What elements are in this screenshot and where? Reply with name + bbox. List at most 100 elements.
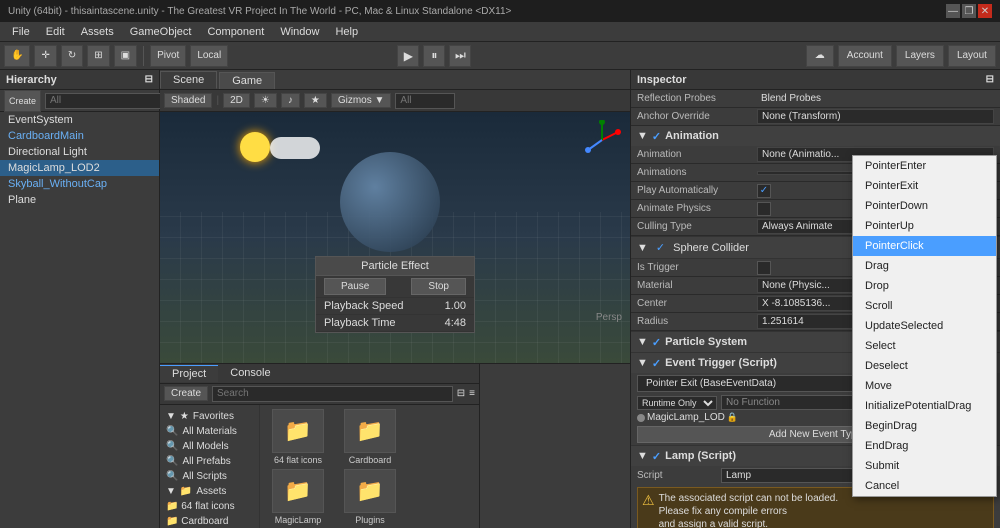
tree-cardboard[interactable]: 📁 Cardboard <box>160 514 259 528</box>
scene-toolbar: Shaded | 2D ☀ ♪ ★ Gizmos ▼ <box>160 90 630 112</box>
particle-controls-row: Pause Stop <box>316 276 474 298</box>
dropdown-pointer-enter[interactable]: PointerEnter <box>853 156 996 176</box>
menu-file[interactable]: File <box>4 22 38 42</box>
asset-plugins[interactable]: 📁 Plugins <box>336 469 404 525</box>
asset-magiclamp[interactable]: 📁 MagicLamp <box>264 469 332 525</box>
hierarchy-item-magiclamp[interactable]: MagicLamp_LOD2 <box>0 160 159 176</box>
dropdown-end-drag[interactable]: EndDrag <box>853 436 996 456</box>
menu-assets[interactable]: Assets <box>73 22 122 42</box>
dropdown-pointer-exit[interactable]: PointerExit <box>853 176 996 196</box>
collider-expand-icon: ▼ <box>637 242 648 254</box>
menu-edit[interactable]: Edit <box>38 22 73 42</box>
dropdown-submit[interactable]: Submit <box>853 456 996 476</box>
move-tool-button[interactable]: ✛ <box>34 45 56 67</box>
hierarchy-item-skyball[interactable]: Skyball_WithoutCap <box>0 176 159 192</box>
particle-pause-button[interactable]: Pause <box>324 278 386 295</box>
dropdown-deselect[interactable]: Deselect <box>853 356 996 376</box>
dropdown-drag[interactable]: Drag <box>853 256 996 276</box>
scene-search-input[interactable] <box>395 93 455 109</box>
dropdown-initialize-potential-drag[interactable]: InitializePotentialDrag <box>853 396 996 416</box>
particle-speed-row: Playback Speed 1.00 <box>316 298 474 315</box>
dropdown-begin-drag[interactable]: BeginDrag <box>853 416 996 436</box>
dropdown-scroll[interactable]: Scroll <box>853 296 996 316</box>
tree-all-materials[interactable]: 🔍 All Materials <box>160 424 259 439</box>
audio-button[interactable]: ♪ <box>281 93 300 108</box>
shading-button[interactable]: Shaded <box>164 93 212 108</box>
dropdown-cancel[interactable]: Cancel <box>853 476 996 496</box>
toolbar-sep1: | <box>216 95 219 106</box>
tree-all-prefabs[interactable]: 🔍 All Prefabs <box>160 454 259 469</box>
step-button[interactable]: ⏭ <box>449 45 471 67</box>
local-button[interactable]: Local <box>190 45 228 67</box>
project-create-button[interactable]: Create <box>164 386 208 401</box>
menu-help[interactable]: Help <box>327 22 366 42</box>
rect-tool-button[interactable]: ▣ <box>114 45 137 67</box>
pivot-button[interactable]: Pivot <box>150 45 186 67</box>
hierarchy-item-eventsystem[interactable]: EventSystem <box>0 112 159 128</box>
rotate-tool-button[interactable]: ↻ <box>61 45 83 67</box>
dropdown-drop[interactable]: Drop <box>853 276 996 296</box>
scene-view[interactable]: Persp Particle Effect Pause Stop Playbac… <box>160 112 630 363</box>
toolbar-separator <box>143 46 144 66</box>
menu-component[interactable]: Component <box>199 22 272 42</box>
tree-all-models[interactable]: 🔍 All Models <box>160 439 259 454</box>
animation-section-header[interactable]: ▼ ✓ Animation <box>631 126 1000 146</box>
dropdown-pointer-click[interactable]: PointerClick <box>853 236 996 256</box>
gizmos-button[interactable]: Gizmos ▼ <box>331 93 392 108</box>
particle-stop-button[interactable]: Stop <box>411 278 466 295</box>
toolbar: ✋ ✛ ↻ ⊞ ▣ Pivot Local ▶ ⏸ ⏭ ☁ Account La… <box>0 42 1000 70</box>
hierarchy-item-plane[interactable]: Plane <box>0 192 159 208</box>
asset-64flat[interactable]: 📁 64 flat icons <box>264 409 332 465</box>
hierarchy-item-dirlight[interactable]: Directional Light <box>0 144 159 160</box>
hierarchy-item-cardboardmain[interactable]: CardboardMain <box>0 128 159 144</box>
dropdown-select[interactable]: Select <box>853 336 996 356</box>
asset-magiclamp-label: MagicLamp <box>264 515 332 525</box>
maximize-button[interactable]: ❐ <box>962 4 976 18</box>
dropdown-update-selected[interactable]: UpdateSelected <box>853 316 996 336</box>
tab-project[interactable]: Project <box>160 365 218 382</box>
animate-physics-checkbox[interactable] <box>757 202 771 216</box>
project-search-input[interactable] <box>212 386 453 402</box>
event-trigger-label: Event Trigger (Script) <box>665 357 777 369</box>
tree-assets[interactable]: ▼ 📁 Assets <box>160 484 259 499</box>
hand-tool-button[interactable]: ✋ <box>4 45 30 67</box>
layout-button[interactable]: Layout <box>948 45 996 67</box>
tab-game[interactable]: Game <box>219 72 275 89</box>
close-button[interactable]: ✕ <box>978 4 992 18</box>
dropdown-pointer-down[interactable]: PointerDown <box>853 196 996 216</box>
favorites-expand-icon: ▼ <box>166 411 176 422</box>
inspector-header: Inspector ⊟ <box>631 70 1000 90</box>
is-trigger-checkbox[interactable] <box>757 261 771 275</box>
dropdown-move[interactable]: Move <box>853 376 996 396</box>
playback-time-value: 4:48 <box>445 317 466 329</box>
search-icon-4: 🔍 <box>166 471 178 482</box>
runtime-only-select[interactable]: Runtime Only <box>637 396 717 410</box>
dropdown-pointer-up[interactable]: PointerUp <box>853 216 996 236</box>
cloud-button[interactable]: ☁ <box>806 45 834 67</box>
tree-64flat[interactable]: 📁 64 flat icons <box>160 499 259 514</box>
hierarchy-create-button[interactable]: Create <box>4 90 41 112</box>
anchor-override-label: Anchor Override <box>637 111 757 122</box>
center-label: Center <box>637 298 757 309</box>
lights-button[interactable]: ☀ <box>254 93 277 108</box>
asset-magiclamp-icon: 📁 <box>272 469 324 513</box>
tab-scene[interactable]: Scene <box>160 71 217 89</box>
scale-tool-button[interactable]: ⊞ <box>87 45 109 67</box>
tree-all-scripts[interactable]: 🔍 All Scripts <box>160 469 259 484</box>
fx-button[interactable]: ★ <box>304 93 327 108</box>
asset-cardboard[interactable]: 📁 Cardboard <box>336 409 404 465</box>
menu-gameobject[interactable]: GameObject <box>122 22 200 42</box>
account-button[interactable]: Account <box>838 45 892 67</box>
gizmo-axis-widget <box>582 120 622 160</box>
play-button[interactable]: ▶ <box>397 45 419 67</box>
event-expand-icon: ▼ <box>637 357 648 369</box>
tree-favorites[interactable]: ▼ ★ Favorites <box>160 409 259 424</box>
2d-button[interactable]: 2D <box>223 93 250 108</box>
tab-console[interactable]: Console <box>218 365 282 381</box>
menu-window[interactable]: Window <box>272 22 327 42</box>
pause-button[interactable]: ⏸ <box>423 45 445 67</box>
layers-button[interactable]: Layers <box>896 45 944 67</box>
play-auto-checkbox[interactable]: ✓ <box>757 184 771 198</box>
minimize-button[interactable]: — <box>946 4 960 18</box>
favorites-label: Favorites <box>193 411 234 422</box>
